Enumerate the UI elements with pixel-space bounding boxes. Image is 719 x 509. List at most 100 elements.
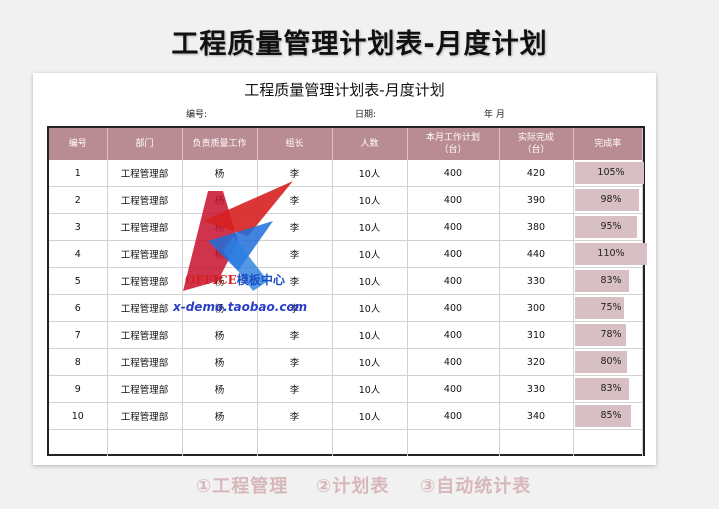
cell-completion-rate[interactable]: 83% [573, 375, 643, 403]
cell-headcount[interactable]: 10人 [332, 375, 408, 403]
cell-id[interactable]: 2 [49, 186, 108, 214]
footer-item-plan-table: ②计划表 [316, 476, 390, 497]
table-row: 6 工程管理部杨李 10人 400 300 75% [49, 294, 643, 322]
cell-completion-rate[interactable]: 105% [573, 160, 644, 187]
header-monthly-plan: 本月工作计划 （台） [407, 128, 500, 160]
cell-headcount[interactable]: 10人 [332, 213, 408, 241]
year-month-label: 年 月 [484, 110, 505, 120]
empty-cell[interactable] [257, 429, 333, 456]
cell-team-leader[interactable]: 李 [257, 402, 333, 430]
cell-headcount[interactable]: 10人 [332, 321, 408, 349]
completion-rate-text: 83% [600, 383, 622, 394]
spreadsheet-sheet: 工程质量管理计划表-月度计划 编号: 日期: 年 月 编号 部门 负责质量工作 组长人… [33, 73, 656, 465]
watermark-office-text: OFFICE模板中心 [185, 271, 285, 288]
cell-completion-rate[interactable]: 78% [573, 321, 643, 349]
table-body: 1工程管理部杨李10人400420105%2工程管理部杨李10人40039098… [49, 160, 647, 456]
cell-actual-done[interactable]: 310 [499, 321, 574, 349]
cell-headcount[interactable]: 10人 [332, 186, 408, 214]
cell-completion-rate[interactable]: 98% [573, 186, 643, 214]
cell-monthly-plan[interactable]: 400 [407, 402, 500, 430]
cell-monthly-plan[interactable]: 400 [407, 348, 500, 376]
empty-cell[interactable] [49, 429, 108, 456]
cell-actual-done[interactable]: 380 [499, 213, 574, 241]
cell-headcount[interactable]: 10人 [332, 348, 408, 376]
cell-headcount[interactable]: 10人 [332, 294, 408, 322]
cell-monthly-plan[interactable]: 400 [407, 267, 500, 295]
cell-quality-owner[interactable]: 杨 [182, 402, 258, 430]
cell-id[interactable]: 8 [49, 348, 108, 376]
cell-monthly-plan[interactable]: 400 [407, 240, 500, 268]
cell-headcount[interactable]: 10人 [332, 160, 408, 187]
header-completion-rate: 完成率 [573, 128, 643, 160]
completion-rate-text: 110% [597, 248, 625, 259]
cell-actual-done[interactable]: 320 [499, 348, 574, 376]
table-row: 10 工程管理部杨李 10人 400 340 85% [49, 402, 643, 430]
empty-cell[interactable] [182, 429, 258, 456]
cell-id[interactable]: 1 [49, 160, 108, 187]
cell-actual-done[interactable]: 390 [499, 186, 574, 214]
page-title: 工程质量管理计划表-月度计划 [171, 29, 548, 60]
cell-headcount[interactable]: 10人 [332, 267, 408, 295]
cell-actual-done[interactable]: 300 [499, 294, 574, 322]
cell-actual-done[interactable]: 340 [499, 402, 574, 430]
cell-completion-rate[interactable]: 110% [573, 240, 647, 268]
cell-id[interactable]: 7 [49, 321, 108, 349]
cell-completion-rate[interactable]: 85% [573, 402, 643, 430]
cell-completion-rate[interactable]: 75% [573, 294, 643, 322]
cell-id[interactable]: 10 [49, 402, 108, 430]
cell-actual-done[interactable]: 420 [499, 160, 574, 187]
cell-monthly-plan[interactable]: 400 [407, 375, 500, 403]
cell-quality-owner[interactable]: 杨 [182, 321, 258, 349]
number-label: 编号: [186, 110, 208, 120]
empty-cell[interactable] [407, 429, 500, 456]
cell-id[interactable]: 5 [49, 267, 108, 295]
cell-department[interactable]: 工程管理部 [107, 348, 183, 376]
watermark-office: OFFICE [185, 273, 237, 287]
cell-department[interactable]: 工程管理部 [107, 160, 183, 187]
empty-cell[interactable] [107, 429, 183, 456]
empty-cell[interactable] [332, 429, 408, 456]
cell-department[interactable]: 工程管理部 [107, 321, 183, 349]
cell-monthly-plan[interactable]: 400 [407, 213, 500, 241]
cell-actual-done[interactable]: 440 [499, 240, 574, 268]
cell-completion-rate[interactable]: 95% [573, 213, 643, 241]
cell-department[interactable]: 工程管理部 [107, 294, 183, 322]
table-row: 1 工程管理部杨李 10人 400 420 105% [49, 160, 644, 187]
cell-actual-done[interactable]: 330 [499, 267, 574, 295]
cell-id[interactable]: 6 [49, 294, 108, 322]
footer-item-project-management: ①工程管理 [196, 476, 289, 497]
completion-rate-text: 105% [597, 167, 625, 178]
cell-id[interactable]: 4 [49, 240, 108, 268]
cell-team-leader[interactable]: 李 [257, 348, 333, 376]
cell-actual-done[interactable]: 330 [499, 375, 574, 403]
cell-department[interactable]: 工程管理部 [107, 240, 183, 268]
cell-headcount[interactable]: 10人 [332, 240, 408, 268]
watermark-url: x-demo.taobao.com [173, 300, 308, 314]
cell-id[interactable]: 9 [49, 375, 108, 403]
empty-cell[interactable] [499, 429, 574, 456]
table-row: 7 工程管理部杨李 10人 400 310 78% [49, 321, 643, 349]
cell-team-leader[interactable]: 李 [257, 321, 333, 349]
cell-department[interactable]: 工程管理部 [107, 213, 183, 241]
table-row: 8 工程管理部杨李 10人 400 320 80% [49, 348, 643, 376]
cell-monthly-plan[interactable]: 400 [407, 294, 500, 322]
cell-headcount[interactable]: 10人 [332, 402, 408, 430]
cell-completion-rate[interactable]: 80% [573, 348, 643, 376]
cell-monthly-plan[interactable]: 400 [407, 321, 500, 349]
empty-cell[interactable] [573, 429, 643, 456]
header-department: 部门 [107, 128, 183, 160]
completion-rate-text: 95% [600, 221, 622, 232]
cell-department[interactable]: 工程管理部 [107, 402, 183, 430]
cell-quality-owner[interactable]: 杨 [182, 375, 258, 403]
cell-department[interactable]: 工程管理部 [107, 375, 183, 403]
cell-monthly-plan[interactable]: 400 [407, 186, 500, 214]
cell-id[interactable]: 3 [49, 213, 108, 241]
cell-monthly-plan[interactable]: 400 [407, 160, 500, 187]
cell-quality-owner[interactable]: 杨 [182, 348, 258, 376]
header-id: 编号 [49, 128, 108, 160]
cell-department[interactable]: 工程管理部 [107, 186, 183, 214]
cell-completion-rate[interactable]: 83% [573, 267, 643, 295]
cell-department[interactable]: 工程管理部 [107, 267, 183, 295]
date-label: 日期: [355, 110, 377, 120]
cell-team-leader[interactable]: 李 [257, 375, 333, 403]
